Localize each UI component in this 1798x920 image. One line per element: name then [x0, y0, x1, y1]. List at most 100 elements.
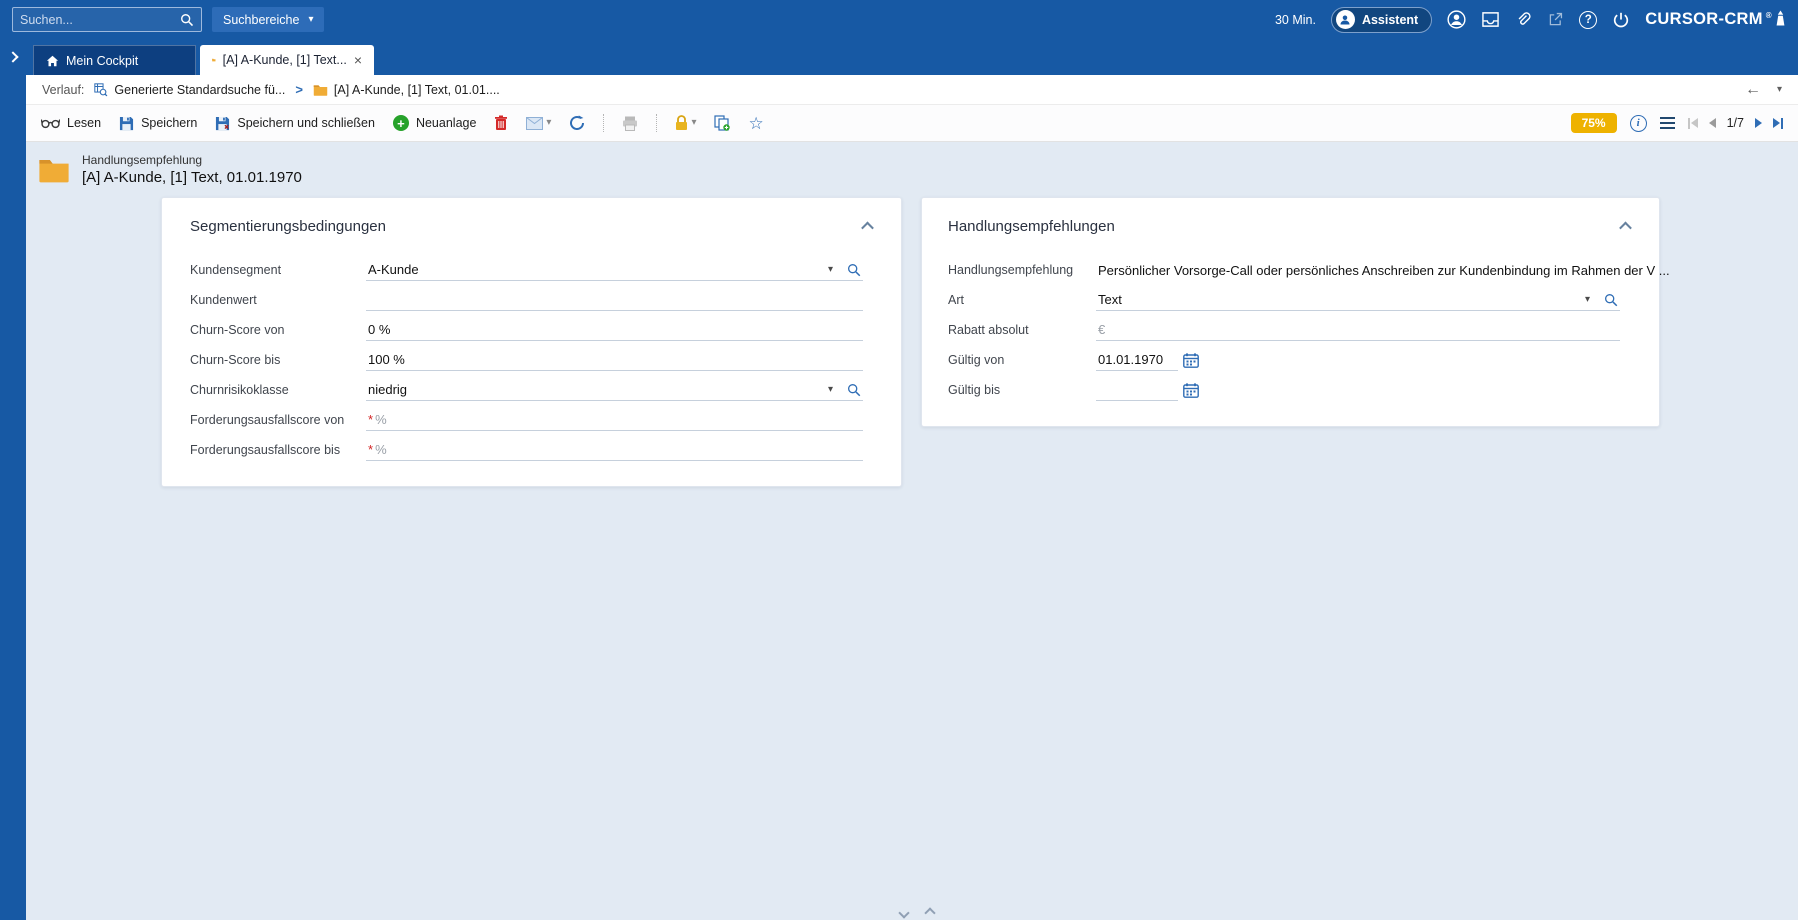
favorite-button[interactable]: ☆ [748, 115, 763, 132]
field-row: Handlungsempfehlung Persönlicher Vorsorge… [922, 255, 1670, 285]
text-field[interactable]: *% [366, 410, 863, 431]
new-record-button[interactable]: + Neuanlage [392, 115, 477, 131]
field-row: Rabatt absolut € [922, 315, 1659, 345]
history-controls: ← ▾ [1745, 81, 1782, 99]
text-field[interactable]: *% [366, 440, 863, 461]
data-quality-badge[interactable]: 75% [1570, 113, 1617, 133]
lookup-field[interactable]: A-Kunde ▾ [366, 260, 863, 281]
toolbar-separator [603, 114, 605, 132]
lookup-field[interactable]: Text ▾ [1096, 290, 1620, 311]
user-profile-icon[interactable] [1447, 10, 1466, 29]
folder-icon [313, 84, 328, 96]
search-scope-button[interactable]: Suchbereiche ▾ [212, 7, 325, 32]
text-field[interactable]: 0 % [366, 320, 863, 341]
chevron-down-icon[interactable] [898, 907, 910, 919]
save-icon [120, 116, 134, 130]
brand-logo: CURSOR-CRM ® [1645, 10, 1786, 29]
text-field[interactable] [366, 290, 863, 311]
magnifier-icon[interactable] [847, 383, 861, 397]
placeholder-text: % [375, 412, 387, 427]
toolbar-separator [656, 114, 658, 132]
collapse-chevron-icon[interactable] [860, 219, 875, 235]
new-record-label: Neuanlage [415, 116, 477, 130]
last-record-icon[interactable] [1773, 117, 1783, 129]
save-and-close-button[interactable]: Speichern und schließen [215, 116, 375, 131]
magnifier-icon[interactable] [1604, 293, 1618, 307]
tab-record[interactable]: [A] A-Kunde, [1] Text... × [200, 45, 374, 75]
field-value-text: Text [1098, 292, 1122, 307]
field-label: Forderungsausfallscore von [190, 413, 345, 427]
field-value-text: A-Kunde [368, 262, 419, 277]
breadcrumb-item-record[interactable]: [A] A-Kunde, [1] Text, 01.01.... [313, 83, 500, 97]
assistant-button[interactable]: Assistent [1330, 6, 1433, 33]
plus-icon: + [392, 115, 409, 131]
history-label: Verlauf: [42, 82, 85, 97]
menu-icon[interactable] [1659, 117, 1675, 129]
breadcrumb-separator-icon: > [295, 82, 303, 97]
record-folder-icon [39, 159, 69, 182]
field-label: Forderungsausfallscore bis [190, 443, 341, 457]
info-icon[interactable]: i [1629, 114, 1647, 132]
dropdown-arrow-icon[interactable]: ▾ [826, 384, 835, 395]
field-rows: Kundensegment A-Kunde ▾ Kundenwert Churn-Sco… [162, 255, 901, 465]
search-icon[interactable] [180, 13, 194, 27]
dropdown-arrow-icon[interactable]: ▾ [1583, 294, 1592, 305]
delete-button[interactable] [494, 115, 508, 131]
help-icon[interactable]: ? [1579, 10, 1598, 29]
refresh-icon [570, 115, 585, 130]
breadcrumb-text: Generierte Standardsuche fü... [114, 82, 286, 97]
history-dropdown-icon[interactable]: ▾ [1777, 84, 1782, 95]
tabbar: Mein Cockpit [A] A-Kunde, [1] Text... × [0, 39, 1798, 75]
glasses-icon [41, 118, 60, 128]
read-label: Lesen [67, 116, 102, 130]
read-mode-button[interactable]: Lesen [41, 116, 101, 130]
card-handlungsempfehlungen: Handlungsempfehlungen Handlungsempfehlun… [921, 197, 1670, 427]
tab-mein-cockpit[interactable]: Mein Cockpit [33, 45, 196, 75]
chevron-up-icon[interactable] [924, 907, 936, 919]
brand-text: CURSOR-CRM [1645, 10, 1763, 28]
search-input[interactable] [20, 12, 180, 27]
date-field[interactable] [1096, 380, 1178, 401]
paperclip-icon[interactable] [1515, 11, 1532, 28]
lookup-field[interactable]: niedrig ▾ [366, 380, 863, 401]
printer-icon [623, 116, 638, 131]
dropdown-arrow-icon[interactable]: ▾ [826, 264, 835, 275]
collapsed-sidebar[interactable] [0, 75, 26, 920]
previous-record-icon[interactable] [1708, 118, 1716, 128]
next-record-icon[interactable] [1755, 118, 1762, 128]
magnifier-icon[interactable] [847, 263, 861, 277]
search-scope-label: Suchbereiche [223, 12, 300, 27]
field-label: Gültig von [948, 353, 1005, 367]
date-field[interactable]: 01.01.1970 [1096, 350, 1178, 371]
field-row: Forderungsausfallscore von *% [162, 405, 901, 435]
topbar: Suchbereiche ▾ 30 Min. Assistent ? CURSO… [0, 0, 1798, 39]
refresh-button[interactable] [569, 115, 585, 131]
global-search[interactable] [12, 7, 202, 32]
history-back-icon[interactable]: ← [1745, 81, 1761, 99]
copy-record-button[interactable] [714, 115, 731, 131]
inbox-icon[interactable] [1481, 11, 1500, 28]
lock-button[interactable]: ▾ [675, 115, 696, 131]
lock-icon [676, 115, 688, 130]
record-title: [A] A-Kunde, [1] Text, 01.01.1970 [82, 169, 302, 186]
save-close-icon [216, 116, 230, 130]
field-row: Gültig bis [922, 375, 1659, 405]
record-header: Handlungsempfehlung [A] A-Kunde, [1] Tex… [26, 142, 1798, 197]
save-button[interactable]: Speichern [119, 116, 197, 131]
external-window-icon[interactable] [1547, 11, 1564, 28]
calendar-icon[interactable] [1183, 382, 1199, 398]
logout-power-icon[interactable] [1612, 11, 1630, 29]
print-button[interactable] [622, 116, 638, 131]
collapse-chevron-icon[interactable] [1618, 219, 1633, 235]
text-field[interactable]: 100 % [366, 350, 863, 371]
text-field[interactable]: € [1096, 320, 1620, 341]
field-label: Churn-Score von [190, 323, 285, 337]
close-icon[interactable]: × [354, 53, 362, 67]
send-mail-button[interactable]: ▾ [526, 116, 551, 130]
tab-label: Mein Cockpit [66, 53, 139, 68]
field-label: Handlungsempfehlung [948, 263, 1074, 277]
calendar-icon[interactable] [1183, 352, 1199, 368]
first-record-icon[interactable] [1687, 117, 1698, 129]
breadcrumb-item-search[interactable]: Generierte Standardsuche fü... [94, 83, 285, 97]
field-row: Churnrisikoklasse niedrig ▾ [162, 375, 901, 405]
